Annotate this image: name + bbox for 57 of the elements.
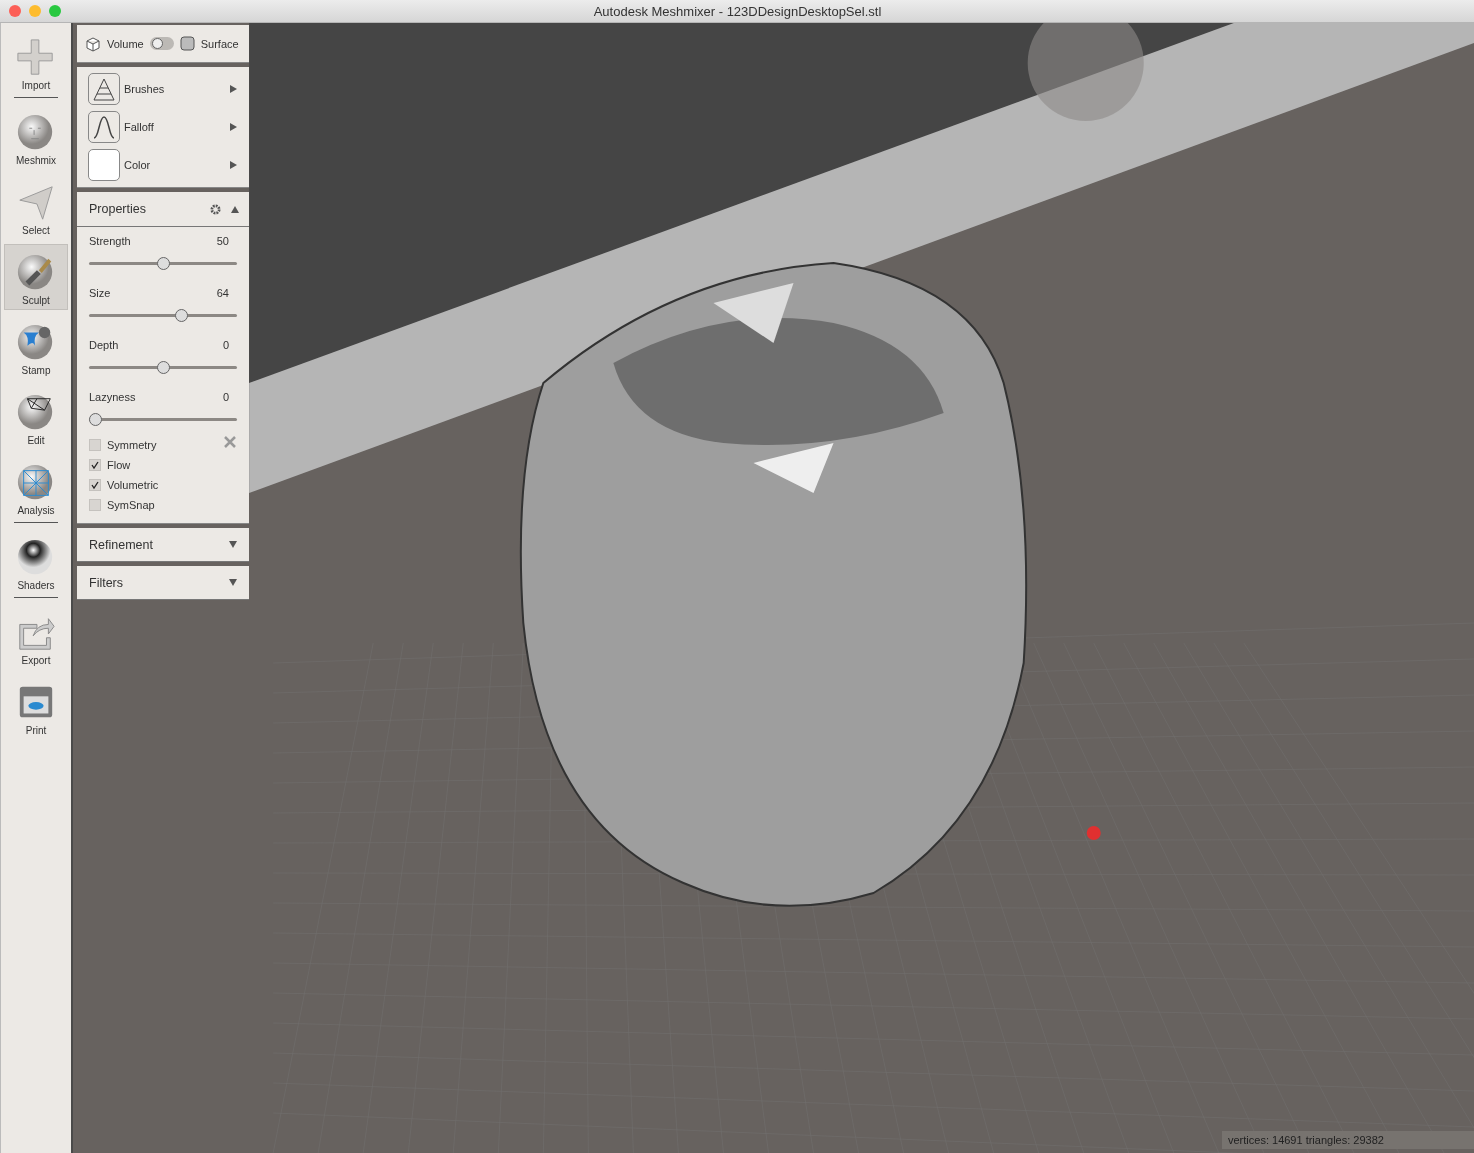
slider-label: Depth: [89, 339, 119, 353]
status-bar: vertices: 14691 triangles: 29382: [1222, 1131, 1474, 1149]
square-icon: [179, 36, 195, 51]
checkbox[interactable]: [89, 439, 101, 451]
zoom-button[interactable]: [49, 5, 61, 17]
slider[interactable]: [89, 361, 237, 374]
checkbox[interactable]: [89, 479, 101, 491]
arrow-icon: [16, 183, 56, 223]
bell-curve-icon: [91, 114, 117, 140]
window-title: Autodesk Meshmixer - 123DDesignDesktopSel.stl: [592, 3, 883, 19]
tool-button[interactable]: Analysis: [4, 454, 68, 520]
picker-button[interactable]: Brushes: [77, 70, 249, 108]
triangle-down-icon: [229, 541, 237, 548]
triangle-right-icon: [230, 161, 237, 169]
section-header[interactable]: Filters: [77, 566, 249, 600]
close-button[interactable]: [9, 5, 21, 17]
slider-value: 0: [222, 391, 229, 405]
slider[interactable]: [89, 257, 237, 270]
tool-button[interactable]: Export: [4, 604, 68, 670]
tool-button[interactable]: Stamp: [4, 314, 68, 380]
tool-button[interactable]: Edit: [4, 384, 68, 450]
checkbox-option[interactable]: Flow: [77, 455, 249, 475]
checkbox-option[interactable]: SymSnap: [77, 495, 249, 515]
tool-button[interactable]: Import: [4, 29, 68, 95]
properties-title: Properties: [89, 202, 147, 216]
picker-button[interactable]: Falloff: [77, 108, 249, 146]
slider-label: Lazyness: [89, 391, 136, 405]
checkbox[interactable]: [89, 459, 101, 471]
tool-button[interactable]: Sculpt: [4, 244, 68, 310]
slider-value: 0: [222, 339, 229, 353]
checkbox-option[interactable]: Symmetry: [77, 435, 249, 455]
checkbox-option[interactable]: Volumetric: [77, 475, 249, 495]
triangle-brush-icon: [91, 76, 117, 102]
cube-icon: [85, 35, 101, 52]
color-swatch: [88, 149, 120, 181]
picker-button[interactable]: Color: [77, 146, 249, 184]
tool-button[interactable]: Shaders: [4, 529, 68, 595]
slider-label: Strength: [89, 235, 131, 249]
tool-button[interactable]: Select: [4, 174, 68, 240]
collapse-icon[interactable]: [231, 205, 239, 213]
slider[interactable]: [89, 413, 237, 426]
slider-value: 50: [216, 235, 229, 249]
triangle-right-icon: [230, 85, 237, 93]
volume-label: Volume: [107, 37, 144, 50]
tool-button[interactable]: Meshmix: [4, 104, 68, 170]
triangle-down-icon: [229, 579, 237, 586]
mode-toggle[interactable]: [149, 37, 174, 50]
settings-icon[interactable]: [210, 203, 221, 215]
plus-icon: [16, 38, 56, 78]
slider-value: 64: [216, 287, 229, 301]
tool-button[interactable]: Print: [4, 674, 68, 740]
slider[interactable]: [89, 309, 237, 322]
triangle-right-icon: [230, 123, 237, 131]
slider-label: Size: [89, 287, 111, 301]
surface-label: Surface: [200, 37, 239, 50]
checkbox[interactable]: [89, 499, 101, 511]
section-header[interactable]: Refinement: [77, 528, 249, 562]
